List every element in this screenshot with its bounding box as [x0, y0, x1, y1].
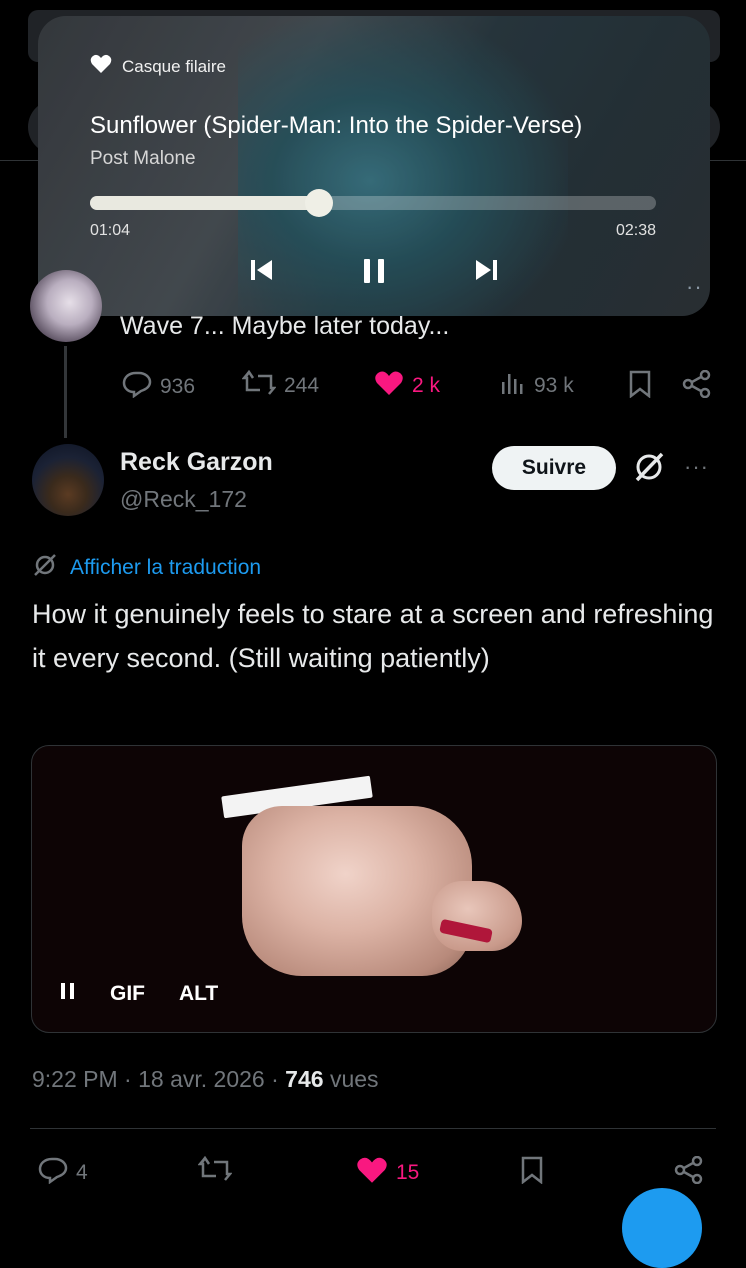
reply-icon [38, 1156, 68, 1190]
tweet-actions: 936 244 2 k 93 k [120, 369, 726, 406]
bookmark-icon [520, 1156, 544, 1190]
divider [30, 1128, 716, 1129]
tweet-more-icon[interactable]: ·· [686, 274, 703, 300]
reply-count: 936 [160, 375, 196, 398]
heart-filled-icon [356, 1156, 388, 1190]
tweet-actions: 4 15 [30, 1155, 726, 1196]
media-notification[interactable]: Casque filaire Sunflower (Spider-Man: In… [38, 16, 710, 316]
analytics-icon [500, 370, 526, 402]
heart-filled-icon [374, 370, 404, 402]
tweet-media[interactable]: GIF ALT [31, 745, 717, 1033]
share-icon [682, 369, 712, 404]
tweet-date[interactable]: 18 avr. 2026 [138, 1066, 265, 1092]
like-button[interactable]: 15 [356, 1156, 419, 1190]
share-icon [674, 1155, 704, 1190]
translate-link[interactable]: Afficher la traduction [32, 552, 261, 584]
thread-line [64, 346, 67, 438]
reply-count: 4 [76, 1161, 88, 1184]
avatar[interactable] [30, 270, 102, 342]
more-options-icon[interactable]: ··· [684, 454, 709, 480]
grok-icon [632, 452, 666, 488]
like-count: 15 [396, 1161, 420, 1184]
tweet-metadata: 9:22 PM · 18 avr. 2026 · 746 vues [32, 1066, 379, 1092]
alt-badge[interactable]: ALT [179, 982, 218, 1006]
bookmark-button[interactable] [520, 1156, 544, 1190]
share-button[interactable] [682, 369, 712, 404]
gif-badge: GIF [110, 982, 145, 1005]
headphones-icon [90, 54, 112, 79]
pause-icon [360, 259, 388, 290]
follow-button[interactable]: Suivre [492, 446, 616, 490]
like-button[interactable]: 2 k [374, 370, 440, 402]
views-count: 93 k [534, 374, 574, 397]
track-artist: Post Malone [90, 148, 196, 169]
total-duration: 02:38 [615, 222, 656, 239]
retweet-button[interactable]: 244 [241, 369, 320, 402]
reply-button[interactable]: 4 [38, 1156, 88, 1190]
retweet-count: 244 [284, 374, 320, 397]
seek-bar[interactable] [90, 189, 656, 217]
tweet-time[interactable]: 9:22 PM [32, 1066, 118, 1092]
grok-button[interactable] [632, 450, 666, 489]
retweet-icon [241, 369, 277, 402]
retweet-icon [197, 1155, 233, 1188]
compose-button[interactable] [622, 1188, 702, 1268]
pause-icon[interactable] [60, 982, 76, 1006]
next-button[interactable] [472, 256, 500, 289]
bookmark-button[interactable] [628, 370, 652, 404]
previous-icon [248, 260, 276, 288]
next-icon [472, 260, 500, 288]
avatar[interactable] [32, 444, 104, 516]
views-label: vues [329, 1066, 379, 1092]
share-button[interactable] [674, 1155, 704, 1190]
media-controls: GIF ALT [60, 982, 218, 1006]
grok-icon [32, 552, 58, 584]
bookmark-icon [628, 370, 652, 404]
tweet-text: Wave 7... Maybe later today... [120, 312, 450, 340]
pause-button[interactable] [360, 256, 388, 291]
track-title: Sunflower (Spider-Man: Into the Spider-V… [90, 112, 583, 139]
reply-button[interactable]: 936 [122, 370, 195, 404]
views-button[interactable]: 93 k [500, 370, 574, 402]
user-handle[interactable]: @Reck_172 [120, 486, 247, 513]
tweet-text: How it genuinely feels to stare at a scr… [32, 599, 714, 673]
translate-label: Afficher la traduction [70, 556, 262, 579]
reply-icon [122, 370, 152, 404]
seek-bar-progress [90, 196, 320, 210]
audio-output[interactable]: Casque filaire [90, 54, 226, 79]
previous-button[interactable] [248, 256, 276, 289]
like-count: 2 k [412, 374, 441, 397]
hand-image [242, 806, 472, 976]
elapsed-time: 01:04 [90, 222, 131, 239]
retweet-button[interactable] [197, 1155, 233, 1188]
display-name[interactable]: Reck Garzon [120, 448, 273, 477]
views-count: 746 [285, 1066, 324, 1092]
audio-output-label: Casque filaire [122, 56, 226, 76]
